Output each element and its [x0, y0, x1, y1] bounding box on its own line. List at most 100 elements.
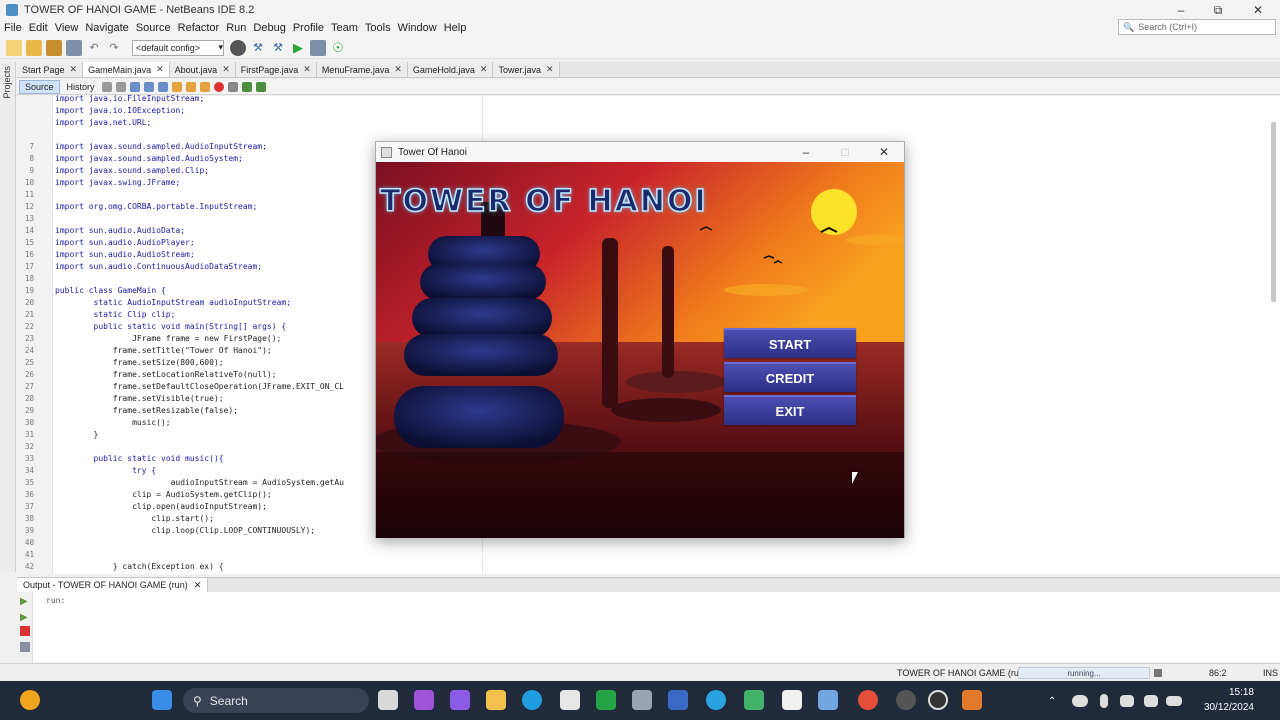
tab-tower[interactable]: Tower.java ✕ — [493, 62, 560, 77]
tab-start-page[interactable]: Start Page ✕ — [17, 62, 84, 77]
globe-icon[interactable] — [230, 39, 246, 56]
menu-team[interactable]: Team — [331, 22, 358, 34]
close-icon[interactable]: ✕ — [394, 64, 402, 75]
record-macro-icon[interactable] — [213, 81, 224, 92]
rerun-different-icon[interactable]: ▶ — [20, 612, 28, 623]
microphone-icon[interactable] — [1100, 694, 1108, 708]
menu-view[interactable]: View — [55, 22, 79, 34]
history-tab[interactable]: History — [62, 81, 100, 93]
debug-icon[interactable] — [310, 39, 326, 56]
bookmark-prev-icon[interactable] — [185, 81, 196, 92]
close-icon[interactable]: ✕ — [303, 64, 311, 75]
cancel-task-icon[interactable] — [1154, 669, 1162, 677]
stop-macro-icon[interactable] — [227, 81, 238, 92]
wifi-icon[interactable] — [1120, 695, 1134, 707]
run-icon[interactable]: ▶ — [290, 40, 306, 56]
game-minimize-button[interactable]: – — [792, 144, 820, 160]
tab-gamemain[interactable]: GameMain.java ✕ — [83, 62, 170, 77]
close-icon[interactable]: ✕ — [222, 64, 230, 75]
app-icon[interactable] — [414, 690, 434, 710]
save-all-icon[interactable] — [66, 39, 82, 56]
minimize-button[interactable]: – — [1163, 0, 1199, 20]
game-canvas[interactable]: TOWER OF HANOI START CREDIT EXIT — [371, 162, 906, 538]
menu-help[interactable]: Help — [444, 22, 467, 34]
forward-icon[interactable] — [115, 81, 126, 92]
new-file-icon[interactable] — [6, 39, 22, 56]
clock-time[interactable]: 15:18 — [1214, 687, 1254, 698]
exit-button[interactable]: EXIT — [724, 395, 856, 425]
find-prev-icon[interactable] — [143, 81, 154, 92]
redo-icon[interactable]: ↷ — [106, 40, 122, 56]
close-button[interactable]: ✕ — [1240, 0, 1276, 20]
maximize-button[interactable]: ⧉ — [1200, 0, 1236, 20]
back-icon[interactable] — [101, 81, 112, 92]
menu-navigate[interactable]: Navigate — [85, 22, 128, 34]
camera-icon[interactable] — [632, 690, 652, 710]
chrome-icon[interactable] — [858, 690, 878, 710]
edge-icon[interactable] — [522, 690, 542, 710]
tab-output[interactable]: Output - TOWER OF HANOI GAME (run) ✕ — [17, 578, 209, 592]
stop-icon[interactable] — [20, 626, 30, 636]
weather-icon[interactable] — [20, 690, 40, 710]
profile-icon[interactable]: ☉ — [330, 40, 346, 56]
rerun-icon[interactable]: ▶ — [20, 596, 28, 607]
telegram-icon[interactable] — [706, 690, 726, 710]
volume-icon[interactable] — [1144, 695, 1158, 707]
bookmark-next-icon[interactable] — [199, 81, 210, 92]
settings-icon[interactable] — [20, 642, 30, 652]
source-tab[interactable]: Source — [19, 79, 60, 94]
undo-icon[interactable]: ↶ — [86, 40, 102, 56]
close-icon[interactable]: ✕ — [546, 64, 554, 75]
close-icon[interactable]: ✕ — [194, 580, 202, 591]
start-button[interactable]: START — [724, 328, 856, 358]
menu-run[interactable]: Run — [226, 22, 246, 34]
projects-tab[interactable]: Projects — [2, 66, 12, 99]
clock-date[interactable]: 30/12/2024 — [1196, 702, 1254, 713]
menu-profile[interactable]: Profile — [293, 22, 324, 34]
credit-button[interactable]: CREDIT — [724, 362, 856, 392]
file-explorer-icon[interactable] — [486, 690, 506, 710]
config-select[interactable]: <default config> ▾ — [132, 39, 224, 56]
uncomment-icon[interactable] — [255, 81, 266, 92]
task-view-icon[interactable] — [378, 690, 398, 710]
close-icon[interactable]: ✕ — [70, 64, 78, 75]
tab-about[interactable]: About.java ✕ — [169, 62, 236, 77]
menu-refactor[interactable]: Refactor — [178, 22, 220, 34]
close-icon[interactable]: ✕ — [480, 64, 488, 75]
find-icon[interactable] — [129, 81, 140, 92]
app-icon[interactable] — [896, 690, 916, 710]
menu-file[interactable]: File — [4, 22, 22, 34]
cloud-icon[interactable] — [1072, 695, 1088, 707]
netbeans-taskbar-icon[interactable] — [818, 690, 838, 710]
open-project-icon[interactable] — [46, 39, 62, 56]
close-icon[interactable]: ✕ — [156, 64, 164, 75]
search-input[interactable]: 🔍 Search (Ctrl+I) — [1118, 19, 1276, 35]
menu-window[interactable]: Window — [398, 22, 437, 34]
java-icon[interactable] — [962, 690, 982, 710]
tab-gamehold[interactable]: GameHold.java ✕ — [407, 62, 494, 77]
comment-icon[interactable] — [241, 81, 252, 92]
game-close-button[interactable]: ✕ — [870, 144, 898, 160]
bookmark-icon[interactable] — [171, 81, 182, 92]
tab-menuframe[interactable]: MenuFrame.java ✕ — [316, 62, 408, 77]
start-icon[interactable] — [152, 690, 172, 710]
store-icon[interactable] — [560, 690, 580, 710]
media-player-icon[interactable] — [928, 690, 948, 710]
app-icon[interactable] — [744, 690, 764, 710]
taskbar-search[interactable]: ⚲ Search — [183, 688, 369, 713]
clean-build-icon[interactable]: ⚒ — [270, 40, 286, 56]
menu-tools[interactable]: Tools — [365, 22, 391, 34]
menu-edit[interactable]: Edit — [29, 22, 48, 34]
find-next-icon[interactable] — [157, 81, 168, 92]
battery-icon[interactable] — [1166, 696, 1182, 706]
new-project-icon[interactable] — [26, 39, 42, 56]
menu-debug[interactable]: Debug — [253, 22, 285, 34]
chevron-up-icon[interactable]: ⌃ — [1048, 696, 1058, 707]
copilot-icon[interactable] — [450, 690, 470, 710]
document-icon[interactable] — [782, 690, 802, 710]
build-icon[interactable]: ⚒ — [250, 40, 266, 56]
output-panel[interactable] — [17, 592, 1280, 662]
vertical-scrollbar[interactable] — [1271, 122, 1276, 302]
app-icon[interactable] — [668, 690, 688, 710]
xbox-icon[interactable] — [596, 690, 616, 710]
